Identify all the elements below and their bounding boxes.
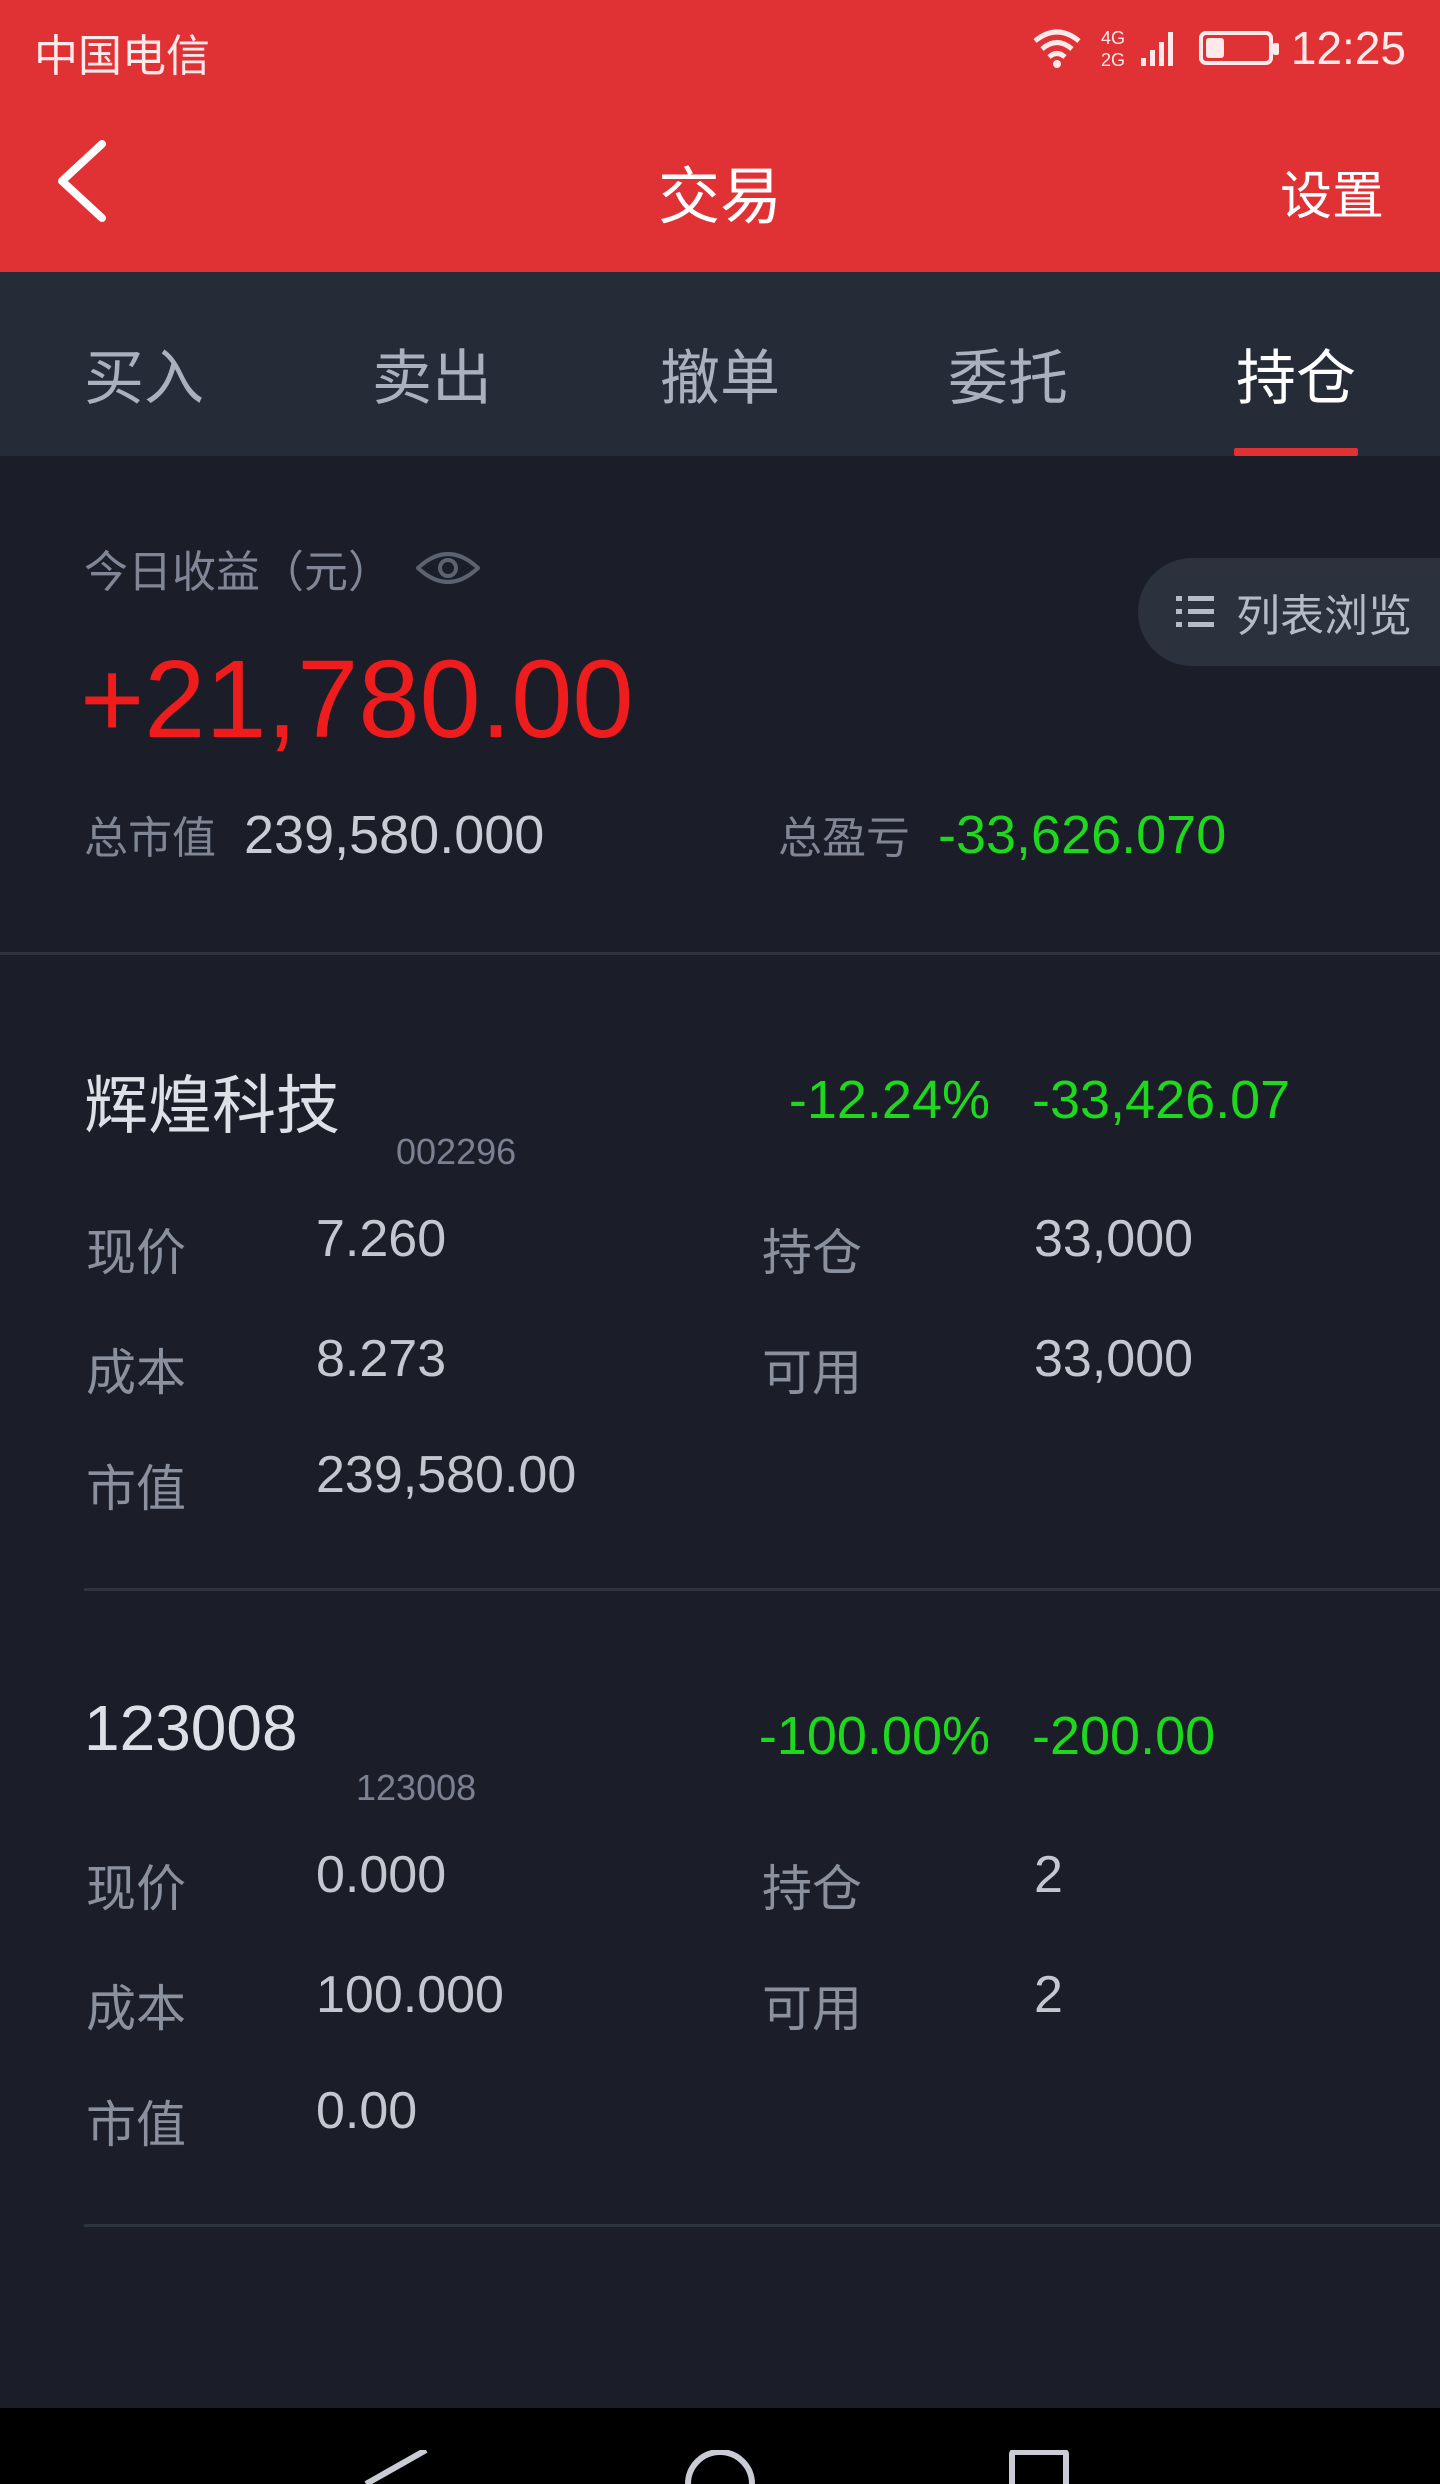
- row-divider: [84, 2224, 1440, 2227]
- eye-icon[interactable]: [416, 548, 480, 588]
- holding-card[interactable]: 辉煌科技 002296 -12.24% -33,426.07 现价 7.260 …: [0, 955, 1440, 1591]
- holding-card[interactable]: 123008 123008 -100.00% -200.00 现价 0.000 …: [0, 1591, 1440, 2227]
- price-value: 0.000: [316, 1846, 447, 1904]
- holding-name: 辉煌科技: [84, 1070, 340, 1142]
- status-bar-right: 4G 2G 12:25: [1031, 18, 1406, 78]
- price-value: 7.260: [316, 1210, 447, 1268]
- position-value: 2: [1034, 1846, 1063, 1904]
- page-title: 交易: [657, 160, 782, 233]
- cost-label: 成本: [86, 1344, 186, 1402]
- holding-profit-loss: -200.00: [1032, 1706, 1216, 1766]
- trade-tabs: 买入 卖出 撤单 委托 持仓: [0, 272, 1440, 456]
- total-profit-loss: 总盈亏 -33,626.070: [778, 802, 1226, 866]
- cost-value: 8.273: [316, 1330, 447, 1388]
- list-view-label: 列表浏览: [1236, 591, 1412, 642]
- price-label: 现价: [86, 1224, 186, 1282]
- available-value: 33,000: [1034, 1330, 1194, 1388]
- holding-change-percent: -100.00%: [758, 1706, 990, 1766]
- system-nav-bar: [0, 2408, 1440, 2484]
- today-profit-label-row: 今日收益（元）: [84, 536, 480, 600]
- position-value: 33,000: [1034, 1210, 1194, 1268]
- today-profit-label: 今日收益（元）: [84, 547, 392, 598]
- tab-buy[interactable]: 买入: [0, 272, 288, 456]
- cost-value: 100.000: [316, 1966, 504, 2024]
- total-profit-loss-value: -33,626.070: [938, 805, 1227, 865]
- tab-cancel[interactable]: 撤单: [576, 272, 864, 456]
- tab-orders[interactable]: 委托: [864, 272, 1152, 456]
- tab-positions[interactable]: 持仓: [1152, 272, 1440, 456]
- signal-icon: 4G 2G: [1101, 28, 1173, 70]
- price-label: 现价: [86, 1860, 186, 1918]
- nav-recent-icon[interactable]: [1008, 2450, 1070, 2484]
- total-profit-loss-label: 总盈亏: [778, 813, 910, 864]
- list-icon: [1176, 596, 1214, 627]
- market-value-value: 239,580.00: [316, 1446, 577, 1504]
- status-time: 12:25: [1290, 22, 1406, 74]
- available-label: 可用: [762, 1980, 862, 2038]
- market-value-value: 0.00: [316, 2082, 418, 2140]
- holding-profit-loss: -33,426.07: [1032, 1070, 1291, 1130]
- tab-sell[interactable]: 卖出: [288, 272, 576, 456]
- holding-name: 123008: [84, 1692, 298, 1764]
- market-value-label: 市值: [86, 2096, 186, 2154]
- profit-summary: 今日收益（元） +21,780.00 列表浏览 总市值 239,580.000 …: [0, 456, 1440, 954]
- battery-level: [1205, 38, 1224, 58]
- total-market-value-value: 239,580.000: [244, 805, 545, 865]
- nav-back-icon[interactable]: [360, 2450, 430, 2484]
- svg-text:2G: 2G: [1101, 50, 1125, 70]
- battery-icon: [1198, 31, 1279, 65]
- settings-button[interactable]: 设置: [1280, 154, 1384, 229]
- available-label: 可用: [762, 1344, 862, 1402]
- nav-home-icon[interactable]: [684, 2450, 756, 2484]
- market-value-label: 市值: [86, 1460, 186, 1518]
- cost-label: 成本: [86, 1980, 186, 2038]
- list-view-button[interactable]: 列表浏览: [1138, 558, 1440, 666]
- holding-code: 002296: [396, 1131, 517, 1172]
- holding-code: 123008: [356, 1767, 477, 1808]
- available-value: 2: [1034, 1966, 1063, 2024]
- wifi-icon: [1033, 29, 1081, 68]
- total-market-value-label: 总市值: [84, 813, 216, 864]
- svg-text:4G: 4G: [1101, 28, 1125, 48]
- app-header: 中国电信 4G 2G 12:25 交易 设置: [0, 0, 1440, 272]
- status-carrier: 中国电信: [34, 31, 210, 82]
- holding-change-percent: -12.24%: [788, 1070, 990, 1130]
- today-profit-value: +21,780.00: [80, 638, 634, 761]
- position-label: 持仓: [762, 1224, 862, 1282]
- total-market-value: 总市值 239,580.000: [84, 802, 544, 866]
- position-label: 持仓: [762, 1860, 862, 1918]
